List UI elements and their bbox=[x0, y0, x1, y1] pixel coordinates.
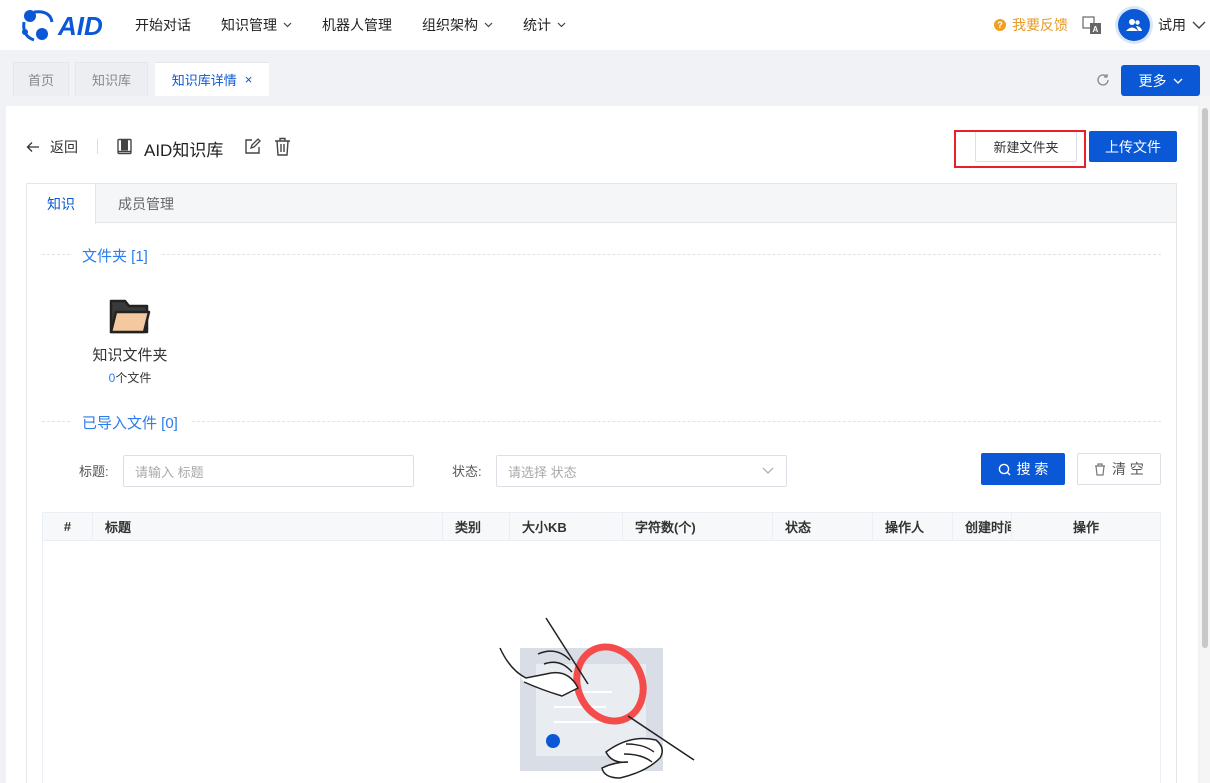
card-tabs: 知识 成员管理 bbox=[27, 184, 1176, 224]
divider bbox=[97, 139, 98, 154]
folder-item[interactable]: 知识文件夹 0个文件 bbox=[85, 297, 175, 386]
trash-icon[interactable] bbox=[274, 137, 291, 156]
folder-count: 0个文件 bbox=[85, 369, 175, 386]
book-icon bbox=[117, 138, 132, 155]
folder-icon bbox=[109, 299, 151, 334]
folders-section-title: 文件夹 [1] bbox=[70, 245, 160, 266]
header-right: ? 我要反馈 A 试用 bbox=[994, 0, 1210, 50]
clear-label: 清 空 bbox=[1112, 461, 1144, 477]
status-filter-label: 状态: bbox=[452, 464, 482, 479]
upload-label: 上传文件 bbox=[1105, 138, 1161, 155]
main-nav: 开始对话 知识管理 机器人管理 组织架构 统计 bbox=[135, 0, 596, 50]
col-category[interactable]: 类别 bbox=[443, 513, 510, 540]
tab-knowledge-base[interactable]: 知识库 bbox=[75, 62, 148, 96]
nav-item-knowledge[interactable]: 知识管理 bbox=[221, 15, 292, 35]
edit-icon[interactable] bbox=[244, 138, 261, 155]
nav-item-chat[interactable]: 开始对话 bbox=[135, 15, 191, 35]
status-placeholder: 请选择 状态 bbox=[508, 464, 577, 480]
nav-item-robots[interactable]: 机器人管理 bbox=[322, 15, 392, 35]
title-search-input[interactable]: 请输入 标题 bbox=[123, 455, 414, 487]
nav-label: 知识管理 bbox=[221, 17, 277, 33]
col-actions: 操作 bbox=[1072, 520, 1099, 535]
tab-kb-detail[interactable]: 知识库详情 × bbox=[155, 62, 269, 96]
more-button[interactable]: 更多 bbox=[1121, 65, 1200, 96]
tab-members[interactable]: 成员管理 bbox=[96, 184, 196, 223]
nav-label: 机器人管理 bbox=[322, 17, 392, 33]
back-button[interactable]: 返回 bbox=[26, 137, 78, 157]
username[interactable]: 试用 bbox=[1158, 15, 1186, 35]
tab-home[interactable]: 首页 bbox=[13, 62, 69, 96]
arrow-left-icon bbox=[26, 142, 39, 152]
col-index: # bbox=[43, 513, 93, 540]
tab-label: 成员管理 bbox=[118, 195, 174, 212]
chevron-down-icon[interactable] bbox=[1192, 18, 1206, 32]
col-created[interactable]: 创建时间 bbox=[953, 513, 1012, 540]
scrollbar[interactable] bbox=[1200, 96, 1210, 783]
tab-label: 首页 bbox=[27, 73, 54, 88]
kb-title: AID知识库 bbox=[144, 141, 224, 160]
chevron-down-icon bbox=[484, 22, 493, 28]
chevron-down-icon bbox=[283, 22, 292, 28]
chevron-down-icon bbox=[557, 22, 566, 28]
more-label: 更多 bbox=[1138, 72, 1167, 89]
col-operator[interactable]: 操作人 bbox=[873, 513, 953, 540]
svg-text:A: A bbox=[1093, 25, 1099, 34]
nav-label: 统计 bbox=[523, 17, 551, 33]
upload-button[interactable]: 上传文件 bbox=[1089, 131, 1177, 162]
chevron-down-icon bbox=[1173, 78, 1182, 84]
folder-count-suffix: 个文件 bbox=[115, 371, 152, 385]
col-status[interactable]: 状态 bbox=[773, 513, 873, 540]
folder-name: 知识文件夹 bbox=[92, 347, 168, 364]
logo-text: AID bbox=[57, 11, 103, 41]
aid-logo[interactable]: AID bbox=[20, 6, 112, 44]
tab-knowledge[interactable]: 知识 bbox=[27, 184, 96, 224]
top-navbar: AID 开始对话 知识管理 机器人管理 组织架构 统计 ? 我要反馈 A 试用 bbox=[0, 0, 1210, 50]
clear-button[interactable]: 清 空 bbox=[1077, 453, 1161, 485]
avatar[interactable] bbox=[1118, 9, 1150, 41]
nav-label: 组织架构 bbox=[422, 17, 478, 33]
title-filter-label: 标题: bbox=[79, 464, 109, 479]
back-label: 返回 bbox=[50, 139, 78, 155]
highlight-box bbox=[954, 130, 1086, 168]
scrollbar-thumb[interactable] bbox=[1202, 108, 1208, 648]
tab-label: 知识库 bbox=[91, 73, 131, 88]
tab-label: 知识 bbox=[47, 196, 75, 212]
search-button[interactable]: 搜 索 bbox=[981, 453, 1065, 485]
nav-item-org[interactable]: 组织架构 bbox=[422, 15, 493, 35]
trash-icon bbox=[1095, 462, 1106, 476]
nav-label: 开始对话 bbox=[135, 17, 191, 33]
search-label: 搜 索 bbox=[1016, 461, 1049, 477]
chevron-down-icon bbox=[762, 467, 774, 474]
col-chars[interactable]: 字符数(个) bbox=[623, 513, 773, 540]
tab-label: 知识库详情 bbox=[171, 73, 237, 88]
refresh-icon[interactable] bbox=[1096, 73, 1110, 87]
col-size[interactable]: 大小KB bbox=[510, 513, 623, 540]
feedback-label: 我要反馈 bbox=[1012, 17, 1068, 33]
status-select[interactable]: 请选择 状态 bbox=[496, 455, 787, 487]
table-header: # 标题 类别 大小KB 字符数(个) 状态 操作人 创建时间 操作 bbox=[42, 512, 1161, 541]
close-icon[interactable]: × bbox=[245, 72, 253, 87]
search-icon bbox=[998, 463, 1011, 475]
section-divider bbox=[42, 254, 1161, 255]
imported-section-title: 已导入文件 [0] bbox=[70, 412, 190, 433]
question-icon: ? bbox=[994, 19, 1006, 31]
col-title[interactable]: 标题 bbox=[93, 513, 443, 540]
users-icon bbox=[1126, 19, 1142, 31]
empty-state-illustration bbox=[499, 617, 695, 779]
translate-icon[interactable]: A bbox=[1082, 15, 1102, 35]
title-placeholder: 请输入 标题 bbox=[135, 464, 204, 480]
tabs-bar: 首页 知识库 知识库详情 × bbox=[0, 50, 1210, 96]
nav-item-stats[interactable]: 统计 bbox=[523, 15, 566, 35]
feedback-link[interactable]: ? 我要反馈 bbox=[994, 15, 1068, 35]
section-divider bbox=[42, 421, 1161, 422]
